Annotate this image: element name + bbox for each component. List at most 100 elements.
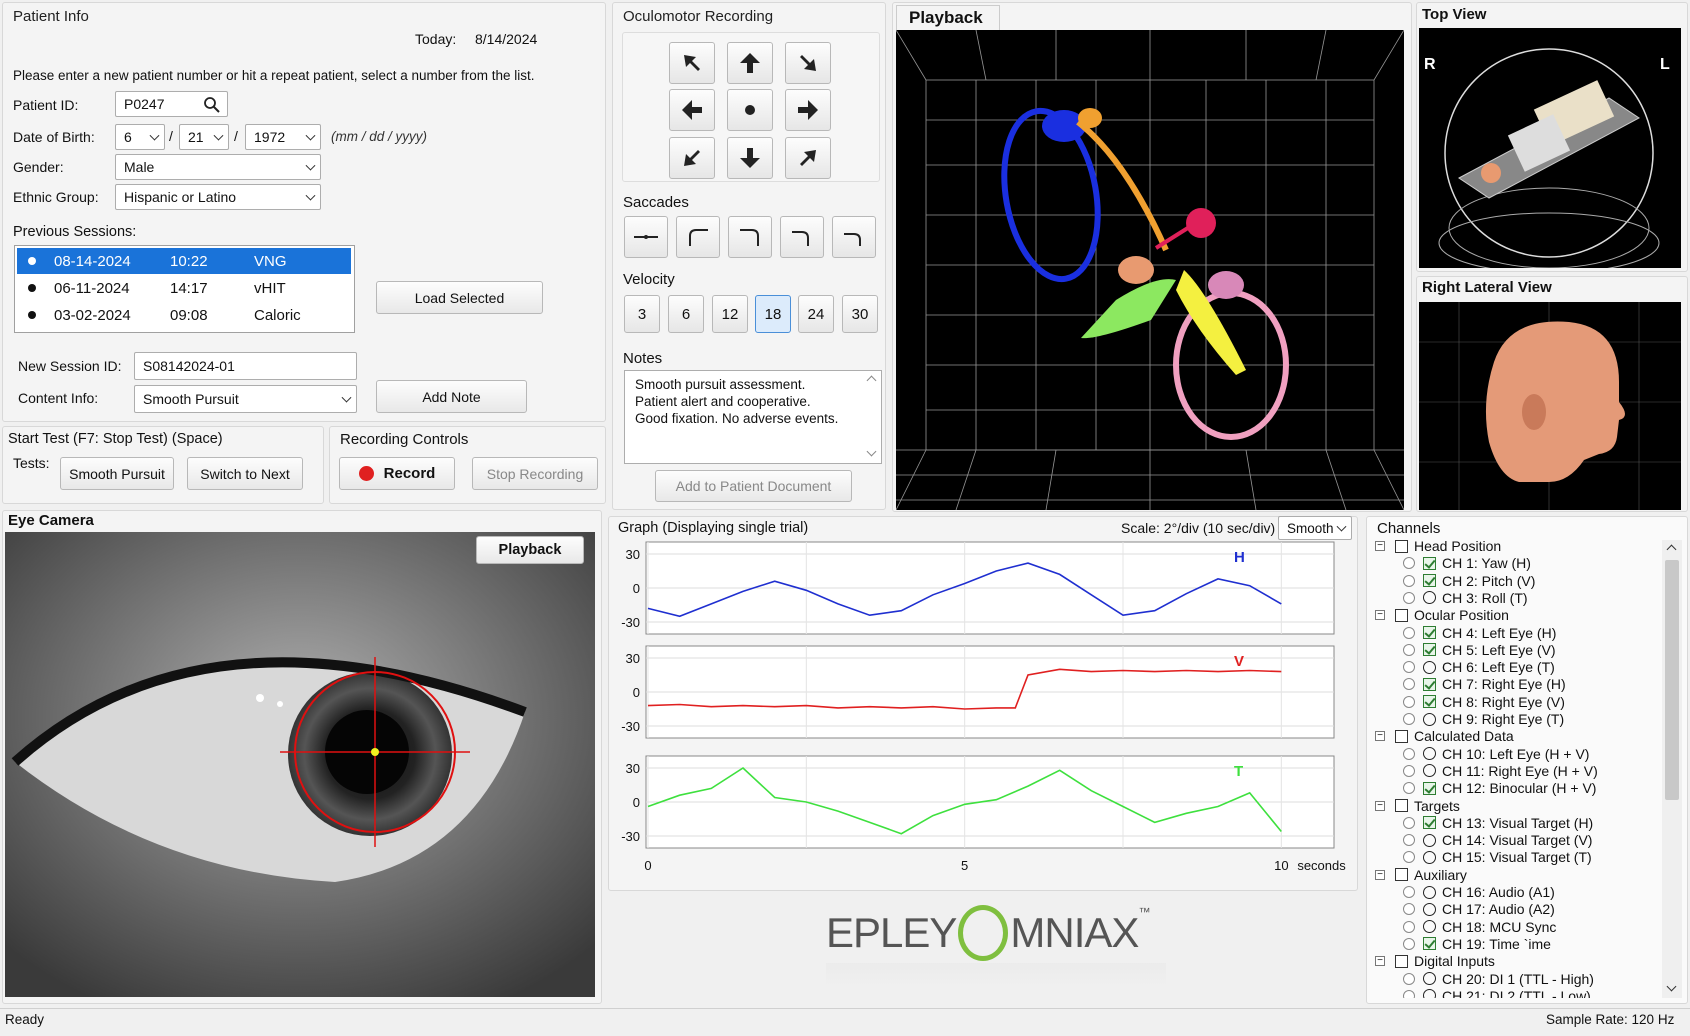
content-info-select[interactable]: Smooth Pursuit (134, 385, 357, 413)
down-right-button[interactable] (785, 137, 831, 179)
group-checkbox[interactable] (1395, 729, 1408, 743)
channel-radio[interactable] (1403, 972, 1415, 985)
channel-radio[interactable] (1403, 661, 1415, 674)
channel-radio[interactable] (1403, 782, 1415, 795)
velocity-6-button[interactable]: 6 (668, 295, 704, 333)
channel-radio[interactable] (1403, 643, 1415, 656)
channel-group[interactable]: − Auxiliary (1375, 867, 1467, 883)
collapse-icon[interactable]: − (1375, 800, 1385, 811)
channel-radio[interactable] (1403, 834, 1415, 847)
scroll-down-icon[interactable] (1666, 981, 1677, 992)
channel-checkbox[interactable] (1423, 660, 1436, 674)
channel-checkbox[interactable] (1423, 833, 1436, 847)
channel-radio[interactable] (1403, 557, 1415, 570)
add-to-patient-document-button[interactable]: Add to Patient Document (655, 470, 852, 502)
channel-checkbox[interactable] (1423, 885, 1436, 899)
load-selected-button[interactable]: Load Selected (376, 281, 543, 314)
add-note-button[interactable]: Add Note (376, 380, 527, 413)
channel-checkbox[interactable] (1423, 574, 1436, 588)
scroll-thumb[interactable] (1665, 560, 1679, 800)
up-left-button[interactable] (669, 42, 715, 84)
right-button[interactable] (785, 89, 831, 131)
up-right-button[interactable] (785, 42, 831, 84)
channel-group[interactable]: − Targets (1375, 798, 1460, 814)
channel-checkbox[interactable] (1423, 747, 1436, 761)
velocity-18-button[interactable]: 18 (755, 295, 791, 333)
channel-checkbox[interactable] (1423, 781, 1436, 795)
sessions-list[interactable]: 08-14-2024 10:22 VNG 06-11-2024 14:17 vH… (14, 245, 355, 333)
channel-checkbox[interactable] (1423, 591, 1436, 605)
ethnic-select[interactable]: Hispanic or Latino (115, 184, 321, 210)
channel-checkbox[interactable] (1423, 712, 1436, 726)
graph-area[interactable]: 30 0 -30 H 30 0 -30 V 30 0 -30 T 0 5 10 seconds (612, 540, 1356, 890)
top-view-canvas[interactable] (1419, 28, 1681, 274)
saccade-curve-end-button[interactable] (832, 216, 876, 258)
record-button[interactable]: Record (339, 457, 455, 490)
scroll-down-icon[interactable] (866, 446, 877, 457)
dob-month-select[interactable]: 6 (115, 124, 165, 150)
channel-item[interactable]: CH 5: Left Eye (V) (1403, 642, 1556, 658)
eye-camera-playback-button[interactable]: Playback (476, 536, 584, 564)
scroll-up-icon[interactable] (1666, 544, 1677, 555)
channel-radio[interactable] (1403, 920, 1415, 933)
channel-radio[interactable] (1403, 591, 1415, 604)
search-icon[interactable] (203, 96, 221, 114)
channel-item[interactable]: CH 1: Yaw (H) (1403, 555, 1531, 571)
channel-radio[interactable] (1403, 678, 1415, 691)
graph-mode-select[interactable]: Smooth (1278, 516, 1352, 540)
channel-checkbox[interactable] (1423, 972, 1436, 985)
collapse-icon[interactable]: − (1375, 610, 1385, 621)
channel-item[interactable]: CH 4: Left Eye (H) (1403, 625, 1556, 641)
channel-checkbox[interactable] (1423, 989, 1436, 998)
collapse-icon[interactable]: − (1375, 731, 1385, 742)
channel-item[interactable]: CH 2: Pitch (V) (1403, 573, 1535, 589)
channel-group[interactable]: − Head Position (1375, 538, 1501, 554)
up-button[interactable] (727, 42, 773, 84)
channel-item[interactable]: CH 20: DI 1 (TTL - High) (1403, 971, 1594, 987)
channel-item[interactable]: CH 10: Left Eye (H + V) (1403, 746, 1589, 762)
down-button[interactable] (727, 137, 773, 179)
right-lateral-canvas[interactable] (1419, 302, 1681, 510)
channel-item[interactable]: CH 14: Visual Target (V) (1403, 832, 1592, 848)
channel-item[interactable]: CH 18: MCU Sync (1403, 919, 1556, 935)
channel-item[interactable]: CH 15: Visual Target (T) (1403, 849, 1592, 865)
group-checkbox[interactable] (1395, 799, 1408, 812)
channel-item[interactable]: CH 12: Binocular (H + V) (1403, 780, 1596, 796)
channel-item[interactable]: CH 3: Roll (T) (1403, 590, 1528, 606)
channel-checkbox[interactable] (1423, 764, 1436, 778)
gender-select[interactable]: Male (115, 154, 321, 180)
channel-item[interactable]: CH 19: Time `ime (1403, 936, 1551, 952)
channel-checkbox[interactable] (1423, 816, 1436, 830)
channel-checkbox[interactable] (1423, 937, 1436, 951)
session-row[interactable]: 08-14-2024 10:22 VNG (17, 248, 351, 274)
velocity-24-button[interactable]: 24 (798, 295, 834, 333)
channel-radio[interactable] (1403, 626, 1415, 639)
channel-item[interactable]: CH 21: DI 2 (TTL - Low) (1403, 988, 1591, 998)
channel-radio[interactable] (1403, 764, 1415, 777)
channel-item[interactable]: CH 6: Left Eye (T) (1403, 659, 1555, 675)
channel-item[interactable]: CH 13: Visual Target (H) (1403, 815, 1593, 831)
channel-radio[interactable] (1403, 886, 1415, 898)
notes-textarea[interactable]: Smooth pursuit assessment. Patient alert… (624, 370, 882, 464)
collapse-icon[interactable]: − (1375, 869, 1385, 880)
group-checkbox[interactable] (1395, 954, 1408, 968)
channel-radio[interactable] (1403, 713, 1415, 725)
channel-radio[interactable] (1403, 851, 1415, 864)
smooth-pursuit-button[interactable]: Smooth Pursuit (60, 457, 174, 490)
velocity-3-button[interactable]: 3 (624, 295, 660, 333)
session-row[interactable]: 06-11-2024 14:17 vHIT (17, 275, 351, 301)
saccade-curve-down-button[interactable] (780, 216, 824, 258)
playback-3d-view[interactable] (895, 29, 1405, 511)
switch-next-button[interactable]: Switch to Next (187, 457, 303, 490)
dob-day-select[interactable]: 21 (179, 124, 229, 150)
channel-checkbox[interactable] (1423, 902, 1436, 916)
center-button[interactable] (727, 89, 773, 131)
channel-radio[interactable] (1403, 989, 1415, 998)
channel-group[interactable]: − Digital Inputs (1375, 953, 1495, 969)
channel-group[interactable]: − Ocular Position (1375, 607, 1509, 623)
channel-group[interactable]: − Calculated Data (1375, 728, 1514, 744)
channel-radio[interactable] (1403, 816, 1415, 829)
channel-radio[interactable] (1403, 903, 1415, 916)
dob-year-select[interactable]: 1972 (245, 124, 321, 150)
velocity-30-button[interactable]: 30 (842, 295, 878, 333)
